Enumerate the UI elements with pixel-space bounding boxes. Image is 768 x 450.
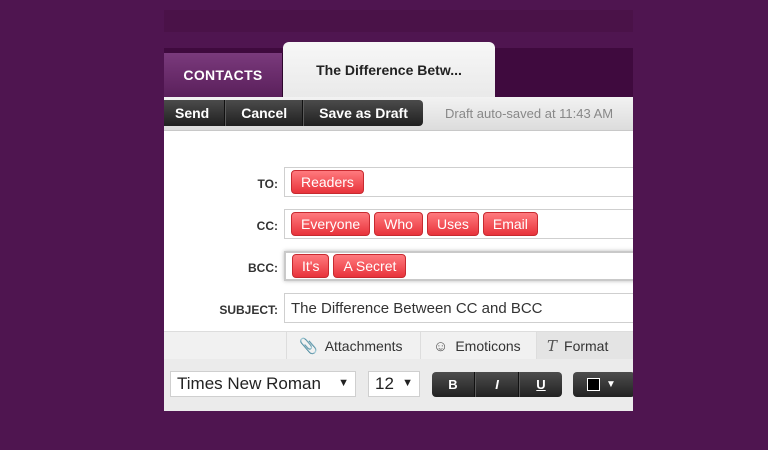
to-field[interactable]: Readers <box>284 167 633 197</box>
save-draft-button[interactable]: Save as Draft <box>303 100 423 126</box>
subject-text: The Difference Between CC and BCC <box>291 299 543 317</box>
underline-button[interactable]: U <box>519 372 562 397</box>
bcc-row: BCC: It's A Secret <box>164 251 633 285</box>
recipient-chip[interactable]: Uses <box>426 212 479 236</box>
top-strip <box>164 10 633 32</box>
recipient-chip[interactable]: It's <box>292 254 330 278</box>
font-size-select[interactable]: 12 ▼ <box>368 371 420 397</box>
tab-contacts[interactable]: CONTACTS <box>164 53 283 97</box>
compose-options-bar: 📎 Attachments ☺ Emoticons T Format <box>164 331 633 360</box>
emoticons-label: Emoticons <box>455 338 521 354</box>
attachments-label: Attachments <box>324 338 403 354</box>
subject-label: SUBJECT: <box>219 303 278 317</box>
to-row: TO: Readers <box>164 167 633 201</box>
paperclip-icon: 📎 <box>299 338 318 355</box>
tab-compose-active[interactable]: The Difference Betw... <box>283 42 495 98</box>
bcc-label: BCC: <box>248 261 278 275</box>
format-t-icon: T <box>547 337 558 355</box>
text-color-button[interactable]: ▼ <box>573 372 633 397</box>
compose-toolbar: Send Cancel Save as Draft Draft auto-sav… <box>164 97 633 131</box>
font-family-select[interactable]: Times New Roman ▼ <box>170 371 356 397</box>
to-label: TO: <box>257 177 278 191</box>
cc-field[interactable]: Everyone Who Uses Email <box>284 209 633 239</box>
bcc-field[interactable]: It's A Secret <box>284 251 633 281</box>
color-swatch-icon <box>587 378 600 391</box>
compose-form: TO: Readers CC: Everyone Who Uses Email … <box>164 131 633 331</box>
font-size-value: 12 <box>375 374 394 393</box>
format-toolbar: Times New Roman ▼ 12 ▼ B I U ▼ <box>164 359 633 411</box>
recipient-chip[interactable]: Who <box>374 212 423 236</box>
send-button[interactable]: Send <box>164 100 226 126</box>
emoticons-tab[interactable]: ☺ Emoticons <box>420 332 536 360</box>
action-button-group: Send Cancel Save as Draft <box>164 100 423 126</box>
recipient-chip[interactable]: A Secret <box>333 254 407 278</box>
subject-row: SUBJECT: The Difference Between CC and B… <box>164 293 633 327</box>
smiley-icon: ☺ <box>433 337 449 355</box>
font-family-value: Times New Roman <box>177 374 321 393</box>
recipient-chip[interactable]: Everyone <box>291 212 371 236</box>
cancel-button[interactable]: Cancel <box>225 100 304 126</box>
email-compose-window: CONTACTS The Difference Betw... Send Can… <box>164 10 633 411</box>
attachments-tab[interactable]: 📎 Attachments <box>286 332 416 360</box>
italic-button[interactable]: I <box>475 372 519 397</box>
cc-label: CC: <box>256 219 278 233</box>
cc-row: CC: Everyone Who Uses Email <box>164 209 633 243</box>
format-label: Format <box>564 338 609 354</box>
text-style-group: B I U <box>432 372 562 397</box>
autosave-status: Draft auto-saved at 11:43 AM <box>445 106 614 121</box>
chevron-down-icon: ▼ <box>606 379 616 390</box>
chevron-down-icon: ▼ <box>402 377 413 389</box>
bold-button[interactable]: B <box>432 372 475 397</box>
recipient-chip[interactable]: Readers <box>291 170 364 194</box>
subject-field[interactable]: The Difference Between CC and BCC <box>284 293 633 323</box>
chevron-down-icon: ▼ <box>338 377 349 389</box>
format-tab[interactable]: T Format <box>536 332 633 360</box>
recipient-chip[interactable]: Email <box>482 212 538 236</box>
